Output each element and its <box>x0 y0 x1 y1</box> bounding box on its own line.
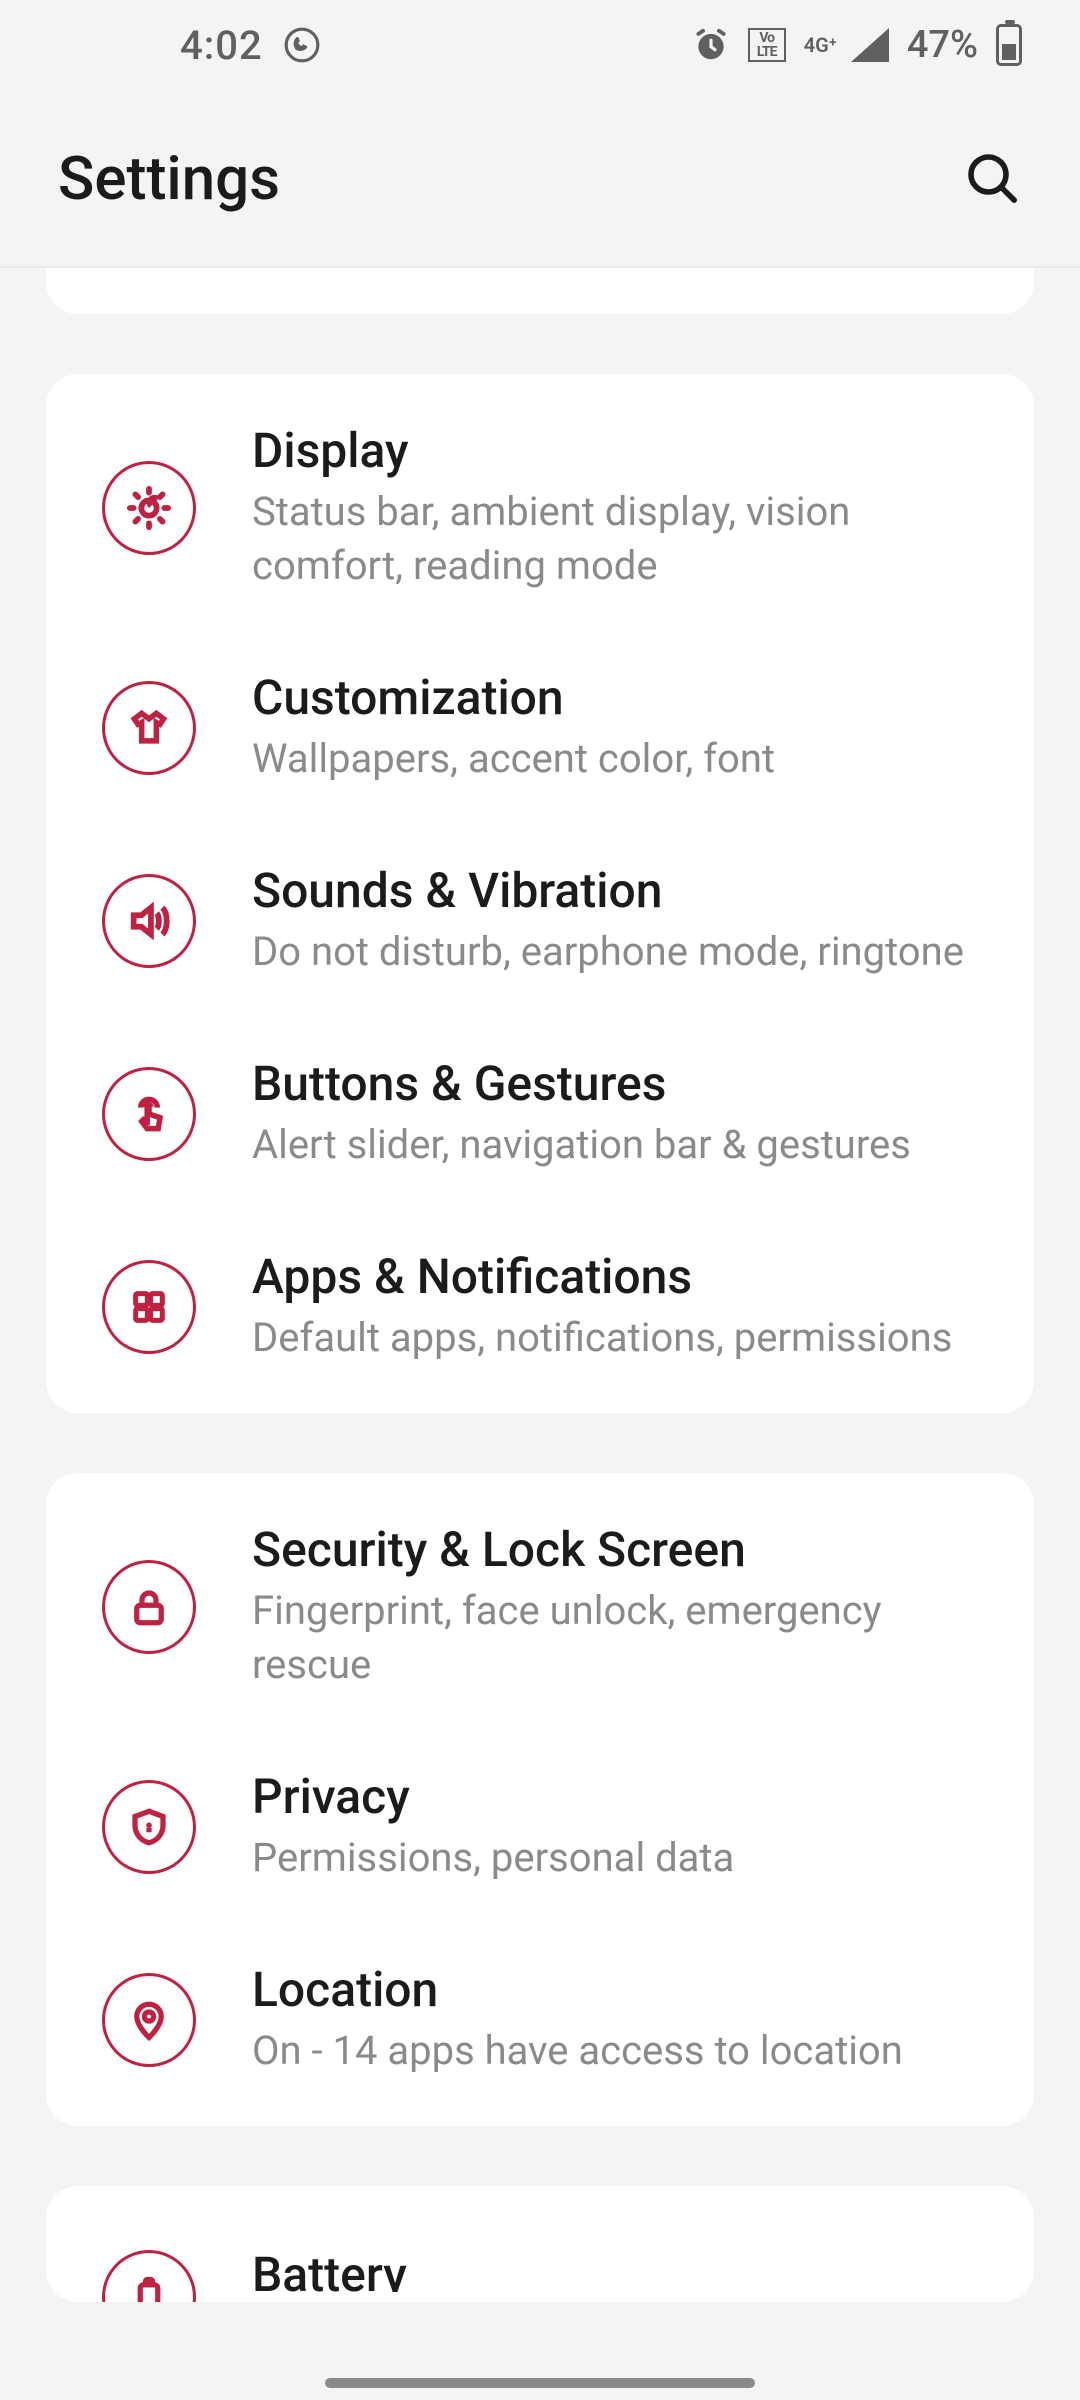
status-bar: 4:02 Vo LTE 4G⁺ 47% <box>0 0 1080 90</box>
brightness-icon <box>102 461 196 555</box>
settings-item-title: Privacy <box>252 1768 978 1825</box>
battery-icon <box>996 24 1022 66</box>
settings-item-title: Location <box>252 1961 978 2018</box>
battery-percent: 47% <box>907 23 978 67</box>
settings-item-security[interactable]: Security & Lock Screen Fingerprint, face… <box>46 1483 1034 1730</box>
shield-icon <box>102 1780 196 1874</box>
shirt-icon <box>102 681 196 775</box>
volte-icon: Vo LTE <box>748 28 786 62</box>
status-time: 4:02 <box>180 22 263 69</box>
settings-item-battery[interactable]: Battery <box>46 2196 1034 2302</box>
page-title: Settings <box>58 143 280 214</box>
search-icon <box>964 150 1020 206</box>
home-indicator[interactable] <box>325 2378 755 2388</box>
signal-icon <box>851 28 889 62</box>
settings-item-subtitle: On - 14 apps have access to location <box>252 2024 978 2078</box>
settings-item-subtitle: Wallpapers, accent color, font <box>252 732 978 786</box>
settings-item-title: Customization <box>252 669 978 726</box>
card-partial-top <box>46 268 1034 314</box>
settings-item-title: Apps & Notifications <box>252 1248 978 1305</box>
settings-item-subtitle: Status bar, ambient display, vision comf… <box>252 485 978 593</box>
tap-icon <box>102 1067 196 1161</box>
settings-item-privacy[interactable]: Privacy Permissions, personal data <box>46 1730 1034 1923</box>
whatsapp-icon <box>283 26 321 64</box>
speaker-icon <box>102 874 196 968</box>
settings-group-2: Security & Lock Screen Fingerprint, face… <box>46 1473 1034 2126</box>
settings-item-title: Buttons & Gestures <box>252 1055 978 1112</box>
settings-item-customization[interactable]: Customization Wallpapers, accent color, … <box>46 631 1034 824</box>
settings-item-title: Sounds & Vibration <box>252 862 978 919</box>
network-type: 4G⁺ <box>804 35 837 55</box>
battery-setting-icon <box>102 2250 196 2302</box>
settings-item-display[interactable]: Display Status bar, ambient display, vis… <box>46 384 1034 631</box>
settings-item-title: Battery <box>252 2246 978 2292</box>
search-button[interactable] <box>962 148 1022 208</box>
app-header: Settings <box>0 90 1080 266</box>
lock-icon <box>102 1560 196 1654</box>
settings-item-apps[interactable]: Apps & Notifications Default apps, notif… <box>46 1210 1034 1403</box>
settings-item-subtitle: Default apps, notifications, permissions <box>252 1311 978 1365</box>
pin-icon <box>102 1973 196 2067</box>
settings-group-1: Display Status bar, ambient display, vis… <box>46 374 1034 1413</box>
settings-item-subtitle: Do not disturb, earphone mode, ringtone <box>252 925 978 979</box>
settings-item-location[interactable]: Location On - 14 apps have access to loc… <box>46 1923 1034 2116</box>
settings-group-3: Battery <box>46 2186 1034 2302</box>
apps-icon <box>102 1260 196 1354</box>
status-bar-left: 4:02 <box>180 22 321 69</box>
alarm-icon <box>692 26 730 64</box>
settings-item-sounds[interactable]: Sounds & Vibration Do not disturb, earph… <box>46 824 1034 1017</box>
settings-item-subtitle: Fingerprint, face unlock, emergency resc… <box>252 1584 978 1692</box>
settings-item-title: Security & Lock Screen <box>252 1521 978 1578</box>
settings-item-title: Display <box>252 422 978 479</box>
status-bar-right: Vo LTE 4G⁺ 47% <box>692 23 1022 67</box>
settings-scroll[interactable]: Display Status bar, ambient display, vis… <box>0 268 1080 2302</box>
settings-item-subtitle: Permissions, personal data <box>252 1831 978 1885</box>
settings-item-subtitle: Alert slider, navigation bar & gestures <box>252 1118 978 1172</box>
settings-item-buttons[interactable]: Buttons & Gestures Alert slider, navigat… <box>46 1017 1034 1210</box>
